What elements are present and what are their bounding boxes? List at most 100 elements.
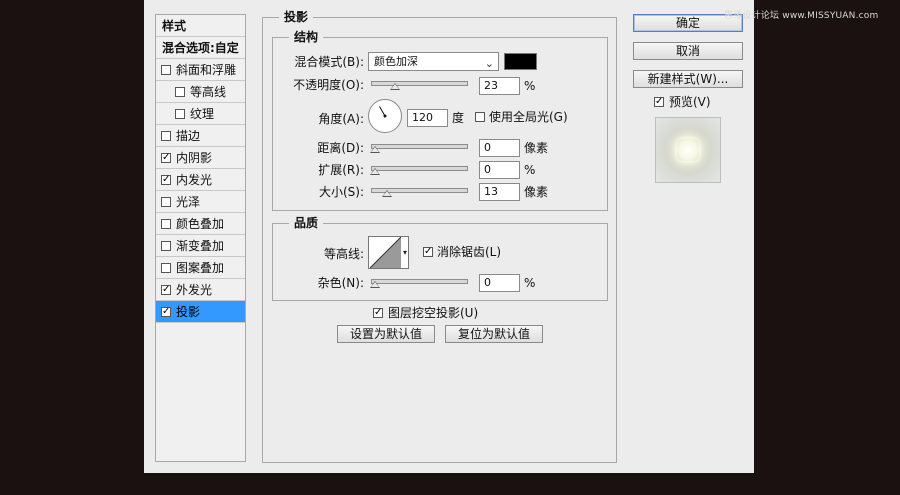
layer-knockout-label[interactable]: 图层挖空投影(U) [388,306,478,320]
noise-slider-track [371,279,468,284]
style-item-checkbox[interactable] [161,241,171,251]
anti-alias-checkbox[interactable]: ✓ [423,247,433,257]
style-item-label: 光泽 [176,195,201,209]
style-item-label: 内发光 [176,173,213,187]
style-item[interactable]: 渐变叠加 [156,235,245,257]
watermark-text: 思缘设计论坛 www.MISSYUAN.com [724,11,879,21]
noise-slider[interactable] [370,276,468,288]
spread-unit: % [524,163,536,177]
layer-knockout-checkbox[interactable]: ✓ [373,308,383,318]
distance-label: 距离(D): [317,141,364,155]
style-item-label: 纹理 [190,107,215,121]
drop-shadow-title: 投影 [279,10,314,24]
distance-slider-thumb[interactable] [370,146,380,153]
quality-group: 品质 等高线: ▾ ✓ 消除锯齿(L) 杂色(N): 0 % [272,216,608,301]
distance-slider[interactable] [370,141,468,153]
global-light-label[interactable]: 使用全局光(G) [489,110,568,124]
style-item-label: 颜色叠加 [176,217,225,231]
style-item-checkbox[interactable]: ✓ [161,307,171,317]
style-item-label: 描边 [176,129,201,143]
style-item-checkbox[interactable] [161,197,171,207]
style-item[interactable]: 斜面和浮雕 [156,59,245,81]
blend-options-item[interactable]: 混合选项:自定 [156,37,245,59]
style-item-checkbox[interactable]: ✓ [161,153,171,163]
quality-title: 品质 [289,216,324,230]
noise-input[interactable]: 0 [479,274,520,292]
opacity-unit: % [524,79,536,93]
style-item-checkbox[interactable]: ✓ [161,285,171,295]
style-item-label: 图案叠加 [176,261,225,275]
distance-slider-track [371,144,468,149]
structure-title: 结构 [289,30,324,44]
style-item-label: 投影 [176,305,201,319]
make-default-button[interactable]: 设置为默认值 [337,325,435,343]
anti-alias-label[interactable]: 消除锯齿(L) [437,245,501,259]
style-item[interactable]: ✓ 投影 [156,301,245,323]
noise-slider-thumb[interactable] [370,281,380,288]
noise-label: 杂色(N): [317,276,364,290]
angle-unit: 度 [452,111,465,125]
style-item-checkbox[interactable] [161,219,171,229]
size-input[interactable]: 13 [479,183,520,201]
style-item-label: 等高线 [190,85,227,99]
cancel-button[interactable]: 取消 [633,42,743,60]
opacity-slider-track [371,81,468,86]
global-light-checkbox[interactable] [475,112,485,122]
reset-default-button[interactable]: 复位为默认值 [445,325,543,343]
size-unit: 像素 [524,185,549,199]
size-label: 大小(S): [318,185,364,199]
style-item[interactable]: 颜色叠加 [156,213,245,235]
layer-style-dialog: 样式 混合选项:自定 斜面和浮雕 等高线 纹理 描边 ✓ 内阴影 ✓ 内发光 光泽 颜色叠加 渐变叠… [144,0,754,473]
style-item[interactable]: ✓ 外发光 [156,279,245,301]
new-style-button[interactable]: 新建样式(W)... [633,70,743,88]
style-item-checkbox[interactable]: ✓ [161,175,171,185]
angle-dial-needle [379,106,387,118]
style-item-label: 渐变叠加 [176,239,225,253]
spread-slider[interactable] [370,163,468,175]
style-item[interactable]: ✓ 内阴影 [156,147,245,169]
style-item-checkbox[interactable] [175,87,185,97]
spread-slider-thumb[interactable] [370,168,380,175]
style-item[interactable]: 纹理 [156,103,245,125]
angle-label: 角度(A): [318,112,364,126]
opacity-slider-thumb[interactable] [390,83,400,90]
style-item-label: 斜面和浮雕 [176,63,237,77]
angle-input[interactable]: 120 [407,109,448,127]
style-item-checkbox[interactable] [161,263,171,273]
chevron-down-icon: ⌄ [484,57,494,70]
blend-mode-select[interactable]: 颜色加深 ⌄ [368,52,499,71]
style-item[interactable]: 描边 [156,125,245,147]
style-item[interactable]: 图案叠加 [156,257,245,279]
distance-unit: 像素 [524,141,549,155]
styles-list: 样式 混合选项:自定 斜面和浮雕 等高线 纹理 描边 ✓ 内阴影 ✓ 内发光 光泽 颜色叠加 渐变叠… [155,14,246,462]
style-item-checkbox[interactable] [161,65,171,75]
opacity-slider[interactable] [371,78,468,90]
contour-picker[interactable]: ▾ [368,236,409,269]
spread-input[interactable]: 0 [479,161,520,179]
spread-label: 扩展(R): [318,163,364,177]
angle-dial[interactable] [368,99,402,133]
preview-label[interactable]: 预览(V) [669,95,711,109]
style-item-checkbox[interactable] [161,131,171,141]
caret-down-icon: ▾ [402,248,407,257]
opacity-input[interactable]: 23 [479,77,520,95]
contour-preview-icon [370,237,401,268]
style-item[interactable]: ✓ 内发光 [156,169,245,191]
blend-mode-label: 混合模式(B): [294,55,364,69]
size-slider[interactable] [371,185,468,197]
structure-group: 结构 混合模式(B): 颜色加深 ⌄ 不透明度(O): 23 % 角度(A): [272,30,608,211]
style-item[interactable]: 等高线 [156,81,245,103]
noise-unit: % [524,276,536,290]
opacity-label: 不透明度(O): [293,78,364,92]
style-item[interactable]: 光泽 [156,191,245,213]
size-slider-thumb[interactable] [382,190,392,197]
style-preview-thumbnail [655,117,721,183]
blend-mode-value: 颜色加深 [374,55,418,68]
styles-header[interactable]: 样式 [156,15,245,37]
preview-checkbox[interactable]: ✓ [654,97,664,107]
style-item-checkbox[interactable] [175,109,185,119]
blend-color-swatch[interactable] [504,53,537,70]
drop-shadow-section: 投影 结构 混合模式(B): 颜色加深 ⌄ 不透明度(O): 23 % 角度(A… [262,10,617,463]
distance-input[interactable]: 0 [479,139,520,157]
preview-glow-shape [677,139,699,161]
